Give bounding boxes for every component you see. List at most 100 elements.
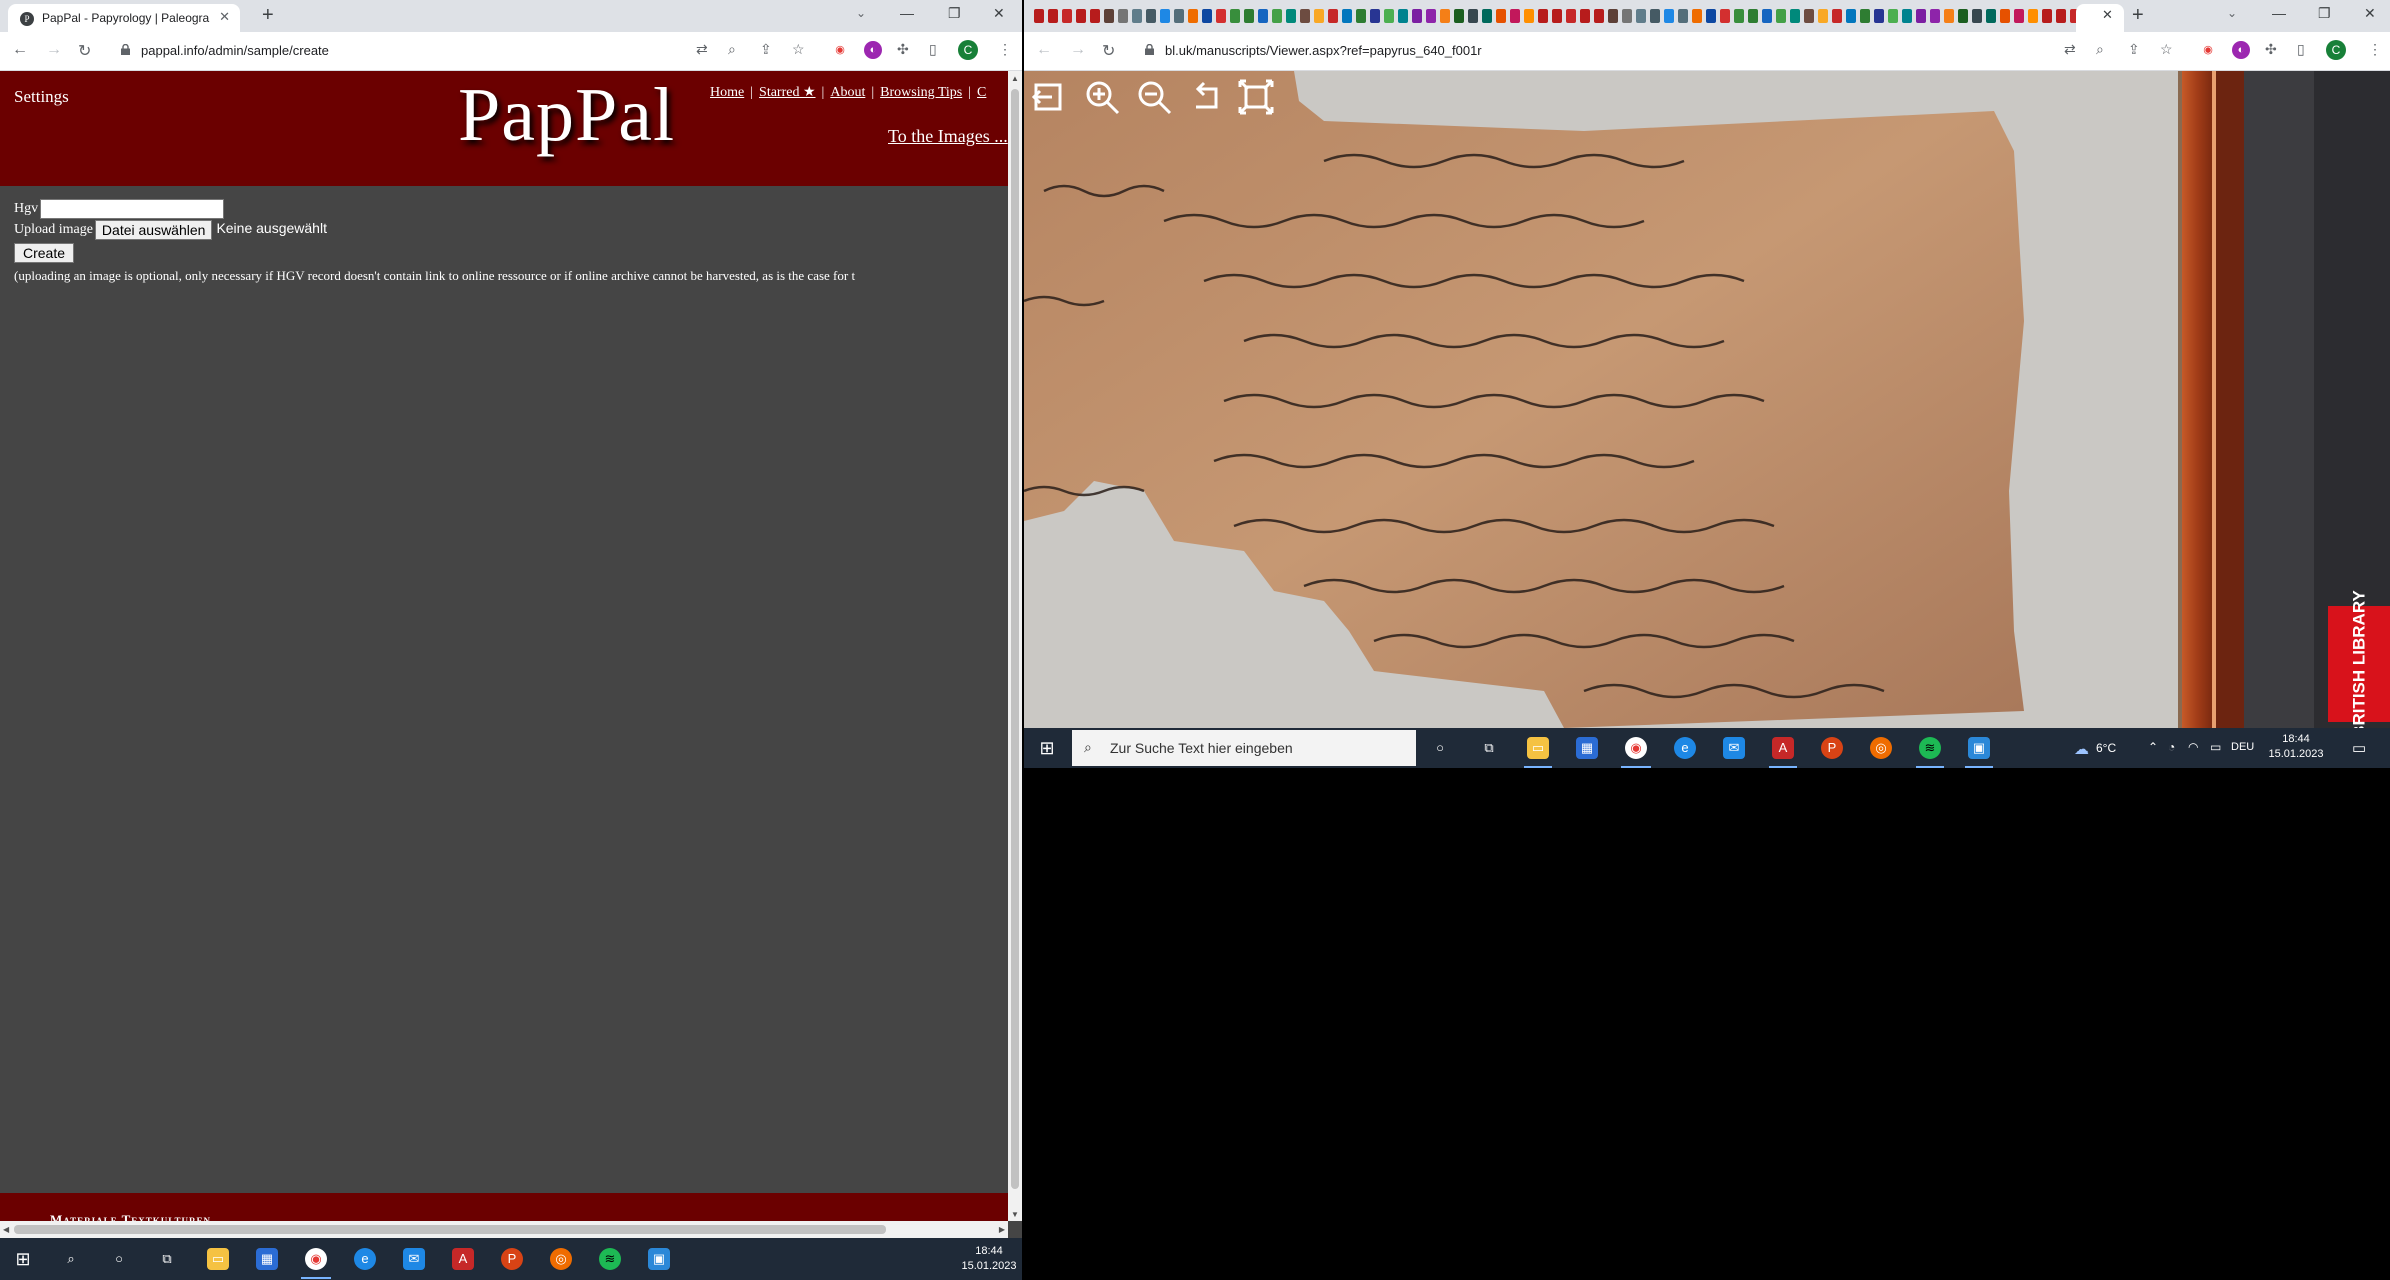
pappal-logo[interactable]: PapPal <box>458 72 675 159</box>
windows-start-icon[interactable]: ⊞ <box>1036 737 1058 759</box>
chrome-icon[interactable]: ◉ <box>305 1248 327 1270</box>
pinned-tab-favicon-icon[interactable] <box>1468 9 1478 23</box>
pinned-tab-favicon-icon[interactable] <box>1566 9 1576 23</box>
powerpoint-icon[interactable]: P <box>1821 737 1843 759</box>
pinned-tab-favicon-icon[interactable] <box>1622 9 1632 23</box>
edge-icon[interactable]: e <box>1674 737 1696 759</box>
search-icon[interactable]: ⌕ <box>60 1248 82 1270</box>
pinned-tab-favicon-icon[interactable] <box>1902 9 1912 23</box>
share-icon[interactable]: ⇪ <box>2128 41 2140 58</box>
pinned-tab-favicon-icon[interactable] <box>2028 9 2038 23</box>
restore-icon[interactable]: ❐ <box>2318 5 2331 22</box>
pinned-tab-favicon-icon[interactable] <box>1748 9 1758 23</box>
pinned-tab-favicon-icon[interactable] <box>1062 9 1072 23</box>
pinned-tab-favicon-icon[interactable] <box>1314 9 1324 23</box>
firefox-icon[interactable]: ◎ <box>1870 737 1892 759</box>
translate-icon[interactable]: ⇄ <box>696 41 708 58</box>
vertical-scroll-thumb[interactable] <box>1011 89 1019 1189</box>
taskbar-search-box[interactable]: ⌕ Zur Suche Text hier eingeben <box>1072 730 1416 766</box>
reload-icon[interactable]: ↻ <box>1102 41 1115 61</box>
pinned-tab-favicon-icon[interactable] <box>1048 9 1058 23</box>
close-tab-icon[interactable]: ✕ <box>2102 7 2113 23</box>
manuscript-viewer[interactable]: BRITISH LIBRARY <box>1024 71 2390 728</box>
horizontal-scrollbar[interactable]: ◀ ▶ <box>0 1221 1008 1238</box>
pinned-tab-favicon-icon[interactable] <box>1860 9 1870 23</box>
british-library-logo[interactable]: BRITISH LIBRARY <box>2328 590 2390 728</box>
pinned-tab-favicon-icon[interactable] <box>1146 9 1156 23</box>
spotify-icon[interactable]: ≋ <box>599 1248 621 1270</box>
create-button[interactable]: Create <box>14 243 75 263</box>
close-window-icon[interactable]: ✕ <box>2364 5 2376 22</box>
address-bar[interactable]: pappal.info/admin/sample/create <box>141 43 329 58</box>
pinned-tab-favicon-icon[interactable] <box>1734 9 1744 23</box>
file-explorer-icon[interactable]: ▭ <box>1527 737 1549 759</box>
bookmark-star-icon[interactable]: ☆ <box>792 41 805 58</box>
wifi-icon[interactable]: ◠ <box>2188 740 2198 754</box>
minimize-icon[interactable]: — <box>900 5 914 21</box>
pinned-tab-favicon-icon[interactable] <box>1174 9 1184 23</box>
rotate-icon[interactable] <box>1186 77 1226 117</box>
forward-icon[interactable]: → <box>1070 41 1086 59</box>
pinned-tab-favicon-icon[interactable] <box>1104 9 1114 23</box>
right-clock[interactable]: 18:44 15.01.2023 <box>2264 732 2328 762</box>
pinned-tab-favicon-icon[interactable] <box>1384 9 1394 23</box>
pinned-tab-favicon-icon[interactable] <box>1496 9 1506 23</box>
pinned-tab-favicon-icon[interactable] <box>1090 9 1100 23</box>
nav-about[interactable]: About <box>830 85 865 100</box>
pinned-tab-favicon-icon[interactable] <box>1426 9 1436 23</box>
chrome-icon[interactable]: ◉ <box>1625 737 1647 759</box>
restore-icon[interactable]: ❐ <box>948 5 961 22</box>
tab-search-chevron-icon[interactable]: ⌄ <box>856 6 866 20</box>
pinned-tab-favicon-icon[interactable] <box>1664 9 1674 23</box>
pinned-tab-favicon-icon[interactable] <box>1244 9 1254 23</box>
pinned-tab-favicon-icon[interactable] <box>1580 9 1590 23</box>
vertical-scrollbar[interactable]: ▲ ▼ <box>1008 71 1022 1221</box>
close-window-icon[interactable]: ✕ <box>993 5 1005 22</box>
weather-cloud-icon[interactable]: ☁ <box>2074 740 2089 758</box>
store-icon[interactable]: ▦ <box>256 1248 278 1270</box>
pinned-tab-favicon-icon[interactable] <box>1692 9 1702 23</box>
pinned-tab-favicon-icon[interactable] <box>1076 9 1086 23</box>
pinned-tab-favicon-icon[interactable] <box>1118 9 1128 23</box>
pinned-tab-favicon-icon[interactable] <box>1188 9 1198 23</box>
left-clock[interactable]: 18:44 15.01.2023 <box>954 1244 1024 1274</box>
reload-icon[interactable]: ↻ <box>78 41 91 61</box>
scroll-left-icon[interactable]: ◀ <box>3 1225 9 1234</box>
pinned-tab-favicon-icon[interactable] <box>1454 9 1464 23</box>
pinned-tab-favicon-icon[interactable] <box>2000 9 2010 23</box>
zoom-out-icon[interactable] <box>1134 77 1174 117</box>
side-panel-icon[interactable]: ▯ <box>929 41 937 58</box>
scroll-right-icon[interactable]: ▶ <box>999 1225 1005 1234</box>
pinned-tab-favicon-icon[interactable] <box>1790 9 1800 23</box>
close-tab-icon[interactable]: ✕ <box>219 9 230 25</box>
pinned-tab-favicon-icon[interactable] <box>1412 9 1422 23</box>
pinned-tab-favicon-icon[interactable] <box>1132 9 1142 23</box>
pinned-tab-favicon-icon[interactable] <box>1160 9 1170 23</box>
zoom-icon[interactable]: ⌕ <box>2096 41 2104 58</box>
pinned-tab-favicon-icon[interactable] <box>1230 9 1240 23</box>
mail-icon[interactable]: ✉ <box>403 1248 425 1270</box>
pinned-tab-favicon-icon[interactable] <box>1958 9 1968 23</box>
pinned-tab-favicon-icon[interactable] <box>1608 9 1618 23</box>
pinned-tab-favicon-icon[interactable] <box>1944 9 1954 23</box>
photos-icon[interactable]: ▣ <box>648 1248 670 1270</box>
pinned-tab-favicon-icon[interactable] <box>1888 9 1898 23</box>
pinned-tab-favicon-icon[interactable] <box>1776 9 1786 23</box>
pinned-tab-favicon-icon[interactable] <box>1636 9 1646 23</box>
scroll-down-icon[interactable]: ▼ <box>1011 1210 1019 1219</box>
file-explorer-icon[interactable]: ▭ <box>207 1248 229 1270</box>
pinned-tab-favicon-icon[interactable] <box>1328 9 1338 23</box>
battery-icon[interactable]: ▭ <box>2210 740 2221 754</box>
pinned-tab-favicon-icon[interactable] <box>1720 9 1730 23</box>
cortana-icon[interactable]: ○ <box>108 1248 130 1270</box>
pinned-tab-favicon-icon[interactable] <box>1202 9 1212 23</box>
minimize-icon[interactable]: — <box>2272 5 2286 21</box>
mail-icon[interactable]: ✉ <box>1723 737 1745 759</box>
pinned-tab-favicon-icon[interactable] <box>1342 9 1352 23</box>
hgv-input[interactable] <box>40 199 225 219</box>
menu-icon[interactable]: ⋮ <box>998 41 1012 58</box>
task-view-icon[interactable]: ⧉ <box>1478 737 1500 759</box>
store-icon[interactable]: ▦ <box>1576 737 1598 759</box>
pinned-tab-favicon-icon[interactable] <box>1538 9 1548 23</box>
pinned-tab-favicon-icon[interactable] <box>1524 9 1534 23</box>
